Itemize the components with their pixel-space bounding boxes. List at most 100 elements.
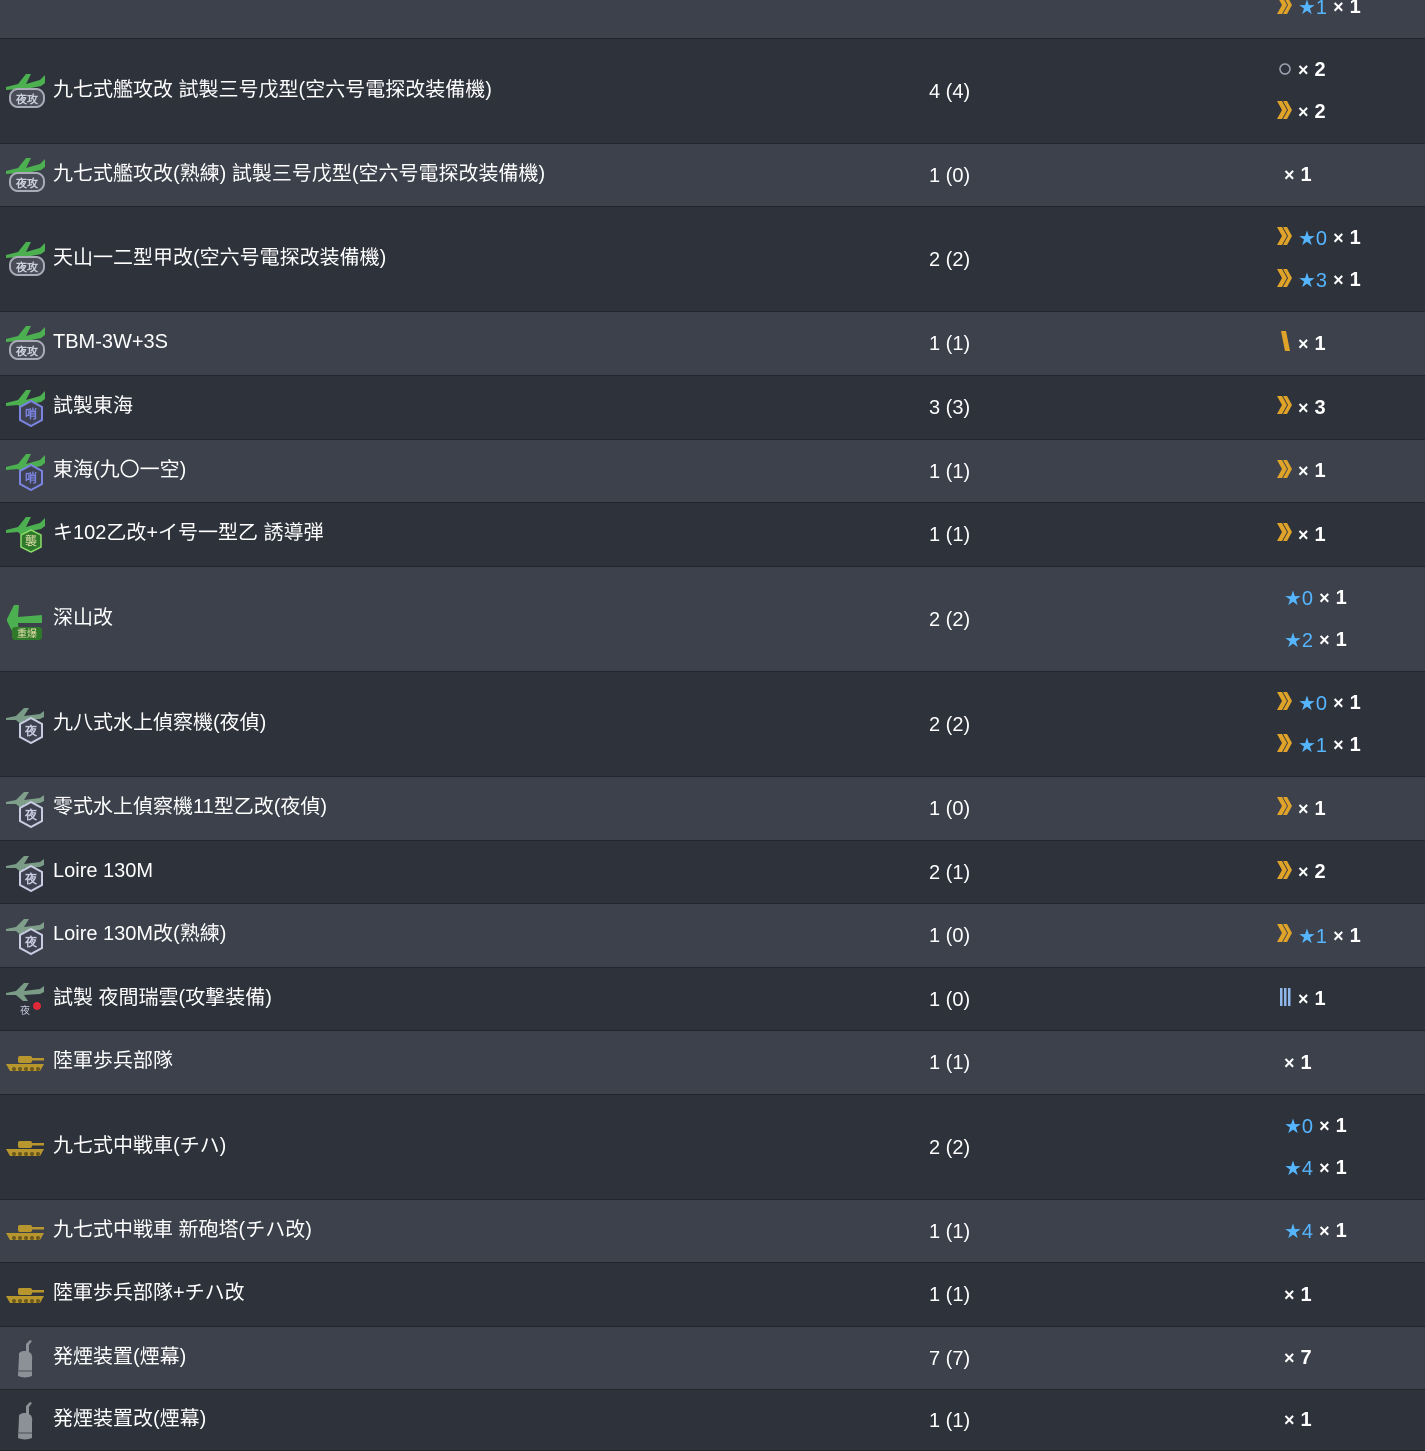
equipment-row[interactable]: 夜零式水上偵察機11型乙改(夜偵) 1 (0) × 1 xyxy=(0,777,1425,841)
proficiency-line: ★0 × 1 xyxy=(1276,226,1361,252)
equipment-name: Loire 130M改(熟練) xyxy=(53,923,227,945)
equipment-name: 天山一二型甲改(空六号電探改装備機) xyxy=(53,246,387,269)
army-plane-icon: 襲 xyxy=(4,514,46,556)
equipment-count: 2 (2) xyxy=(929,248,971,271)
multiply-sign: × xyxy=(1298,524,1309,545)
proficiency-chevron-icon xyxy=(1276,0,1294,22)
proficiency-line: × 1 xyxy=(1276,522,1326,548)
equipment-count: 1 (1) xyxy=(929,333,971,355)
quantity: 1 xyxy=(1300,1283,1312,1306)
svg-text:哨: 哨 xyxy=(25,470,37,485)
equipment-row[interactable]: 九七式中戦車 新砲塔(チハ改) 1 (1) ★4 × 1 xyxy=(0,1200,1425,1263)
proficiency-line: ★1 × 1 xyxy=(1276,923,1361,949)
multiply-sign: × xyxy=(1284,1284,1295,1305)
equipment-row[interactable]: 夜攻 TBM-3W+3S 1 (1) × 1 xyxy=(0,312,1425,376)
equipment-name: 発煙装置改(煙幕) xyxy=(53,1407,207,1430)
proficiency-chevron-icon xyxy=(1276,732,1294,760)
svg-text:夜攻: 夜攻 xyxy=(15,260,39,274)
multiply-sign: × xyxy=(1298,989,1309,1009)
proficiency-line: × 1 xyxy=(1276,987,1326,1013)
equipment-row[interactable]: 発煙装置(煙幕) 7 (7) × 7 xyxy=(0,1327,1425,1390)
multiply-sign: × xyxy=(1333,925,1344,946)
equipment-row[interactable]: 陸軍歩兵部隊+チハ改 1 (1) × 1 xyxy=(0,1263,1425,1327)
equipment-row[interactable]: 夜 Loire 130M 2 (1) × 2 xyxy=(0,841,1425,904)
quantity: 1 xyxy=(1300,164,1312,186)
night-torpedo-bomber-icon: 夜攻 xyxy=(4,239,46,281)
equipment-count: 1 (1) xyxy=(929,1409,971,1432)
svg-text:重爆: 重爆 xyxy=(17,627,37,640)
equipment-name: 零式水上偵察機11型乙改(夜偵) xyxy=(53,796,328,818)
equipment-name: 陸軍歩兵部隊+チハ改 xyxy=(53,1282,245,1304)
proficiency-empty-icon xyxy=(1276,57,1294,85)
multiply-sign: × xyxy=(1319,588,1330,608)
equipment-count: 1 (0) xyxy=(929,925,971,947)
equipment-row[interactable]: 哨 試製東海 3 (3) × 3 xyxy=(0,376,1425,440)
proficiency-line: ★3 × 1 xyxy=(1276,268,1361,294)
tank-icon xyxy=(4,1042,46,1084)
svg-text:夜攻: 夜攻 xyxy=(15,92,39,106)
equipment-name: 九七式中戦車(チハ) xyxy=(53,1134,227,1157)
proficiency-line: × 1 xyxy=(1276,459,1326,485)
equipment-row[interactable]: 夜攻 九七式艦攻改(熟練) 試製三号戊型(空六号電探改装備機) 1 (0) × 1 xyxy=(0,144,1425,207)
quantity: 2 xyxy=(1314,101,1326,123)
proficiency-chevron-icon xyxy=(1276,394,1294,422)
quantity: 1 xyxy=(1314,988,1326,1010)
svg-text:夜: 夜 xyxy=(24,807,38,822)
equipment-row[interactable]: 九七式中戦車(チハ) 2 (2) ★0 × 1 ★4 × 1 xyxy=(0,1095,1425,1200)
quantity: 1 xyxy=(1349,0,1361,18)
equipment-row[interactable]: 襲 キ102乙改+イ号一型乙 誘導弾 1 (1) × 1 xyxy=(0,503,1425,567)
quantity: 7 xyxy=(1300,1347,1312,1369)
equipment-row[interactable]: 発煙装置改(煙幕) 1 (1) × 1 xyxy=(0,1390,1425,1451)
improvement-stars: ★3 xyxy=(1298,270,1328,292)
quantity: 1 xyxy=(1349,924,1361,947)
multiply-sign: × xyxy=(1298,862,1309,882)
quantity: 2 xyxy=(1314,861,1326,883)
equipment-row[interactable]: 夜攻 天山一二型甲改(空六号電探改装備機) 2 (2) ★0 × 1 ★3 × 1 xyxy=(0,207,1425,312)
proficiency-line: × 2 xyxy=(1276,100,1326,126)
equipment-name: 九七式中戦車 新砲塔(チハ改) xyxy=(53,1218,312,1241)
quantity: 1 xyxy=(1300,1409,1312,1431)
equipment-row[interactable]: ★1 × 1 xyxy=(0,0,1425,39)
svg-text:襲: 襲 xyxy=(25,533,37,548)
equipment-row[interactable]: 夜 Loire 130M改(熟練) 1 (0) ★1 × 1 xyxy=(0,904,1425,968)
night-seaplane-icon: 夜 xyxy=(4,788,46,830)
improvement-stars: ★2 xyxy=(1284,630,1314,652)
smoke-generator-icon xyxy=(4,1338,46,1380)
equipment-name: 深山改 xyxy=(53,606,113,629)
equipment-name: Loire 130M xyxy=(53,859,154,882)
quantity: 1 xyxy=(1300,1051,1312,1074)
equipment-name: 九七式艦攻改 試製三号戊型(空六号電探改装備機) xyxy=(53,78,492,101)
equipment-count: 1 (1) xyxy=(929,1220,971,1243)
multiply-sign: × xyxy=(1319,630,1330,650)
equipment-name: 九八式水上偵察機(夜偵) xyxy=(53,711,267,734)
quantity: 1 xyxy=(1349,692,1361,714)
equipment-count: 2 (1) xyxy=(929,861,971,884)
proficiency-line: × 1 xyxy=(1276,331,1326,357)
proficiency-line: × 2 xyxy=(1276,58,1326,84)
equipment-row[interactable]: 重爆 深山改 2 (2) ★0 × 1 ★2 × 1 xyxy=(0,567,1425,672)
quantity: 1 xyxy=(1349,734,1361,756)
equipment-count: 2 (2) xyxy=(929,713,971,736)
proficiency-line: ★1 × 1 xyxy=(1276,0,1361,21)
equipment-row[interactable]: 夜九八式水上偵察機(夜偵) 2 (2) ★0 × 1 ★1 × 1 xyxy=(0,672,1425,777)
proficiency-line: ★0 × 1 xyxy=(1276,1114,1347,1140)
improvement-stars: ★0 xyxy=(1298,693,1328,715)
night-seaplane-bomber-icon: 夜 xyxy=(4,979,46,1021)
proficiency-bars-icon xyxy=(1276,986,1294,1014)
tank-icon xyxy=(4,1127,46,1169)
equipment-row[interactable]: 夜 試製 夜間瑞雲(攻撃装備) 1 (0) × 1 xyxy=(0,968,1425,1031)
equipment-row[interactable]: 陸軍歩兵部隊 1 (1) × 1 xyxy=(0,1031,1425,1095)
quantity: 1 xyxy=(1314,460,1326,482)
equipment-count: 4 (4) xyxy=(929,80,971,103)
equipment-row[interactable]: 哨 東海(九〇一空) 1 (1) × 1 xyxy=(0,440,1425,503)
night-seaplane-icon: 夜 xyxy=(4,704,46,746)
improvement-stars: ★0 xyxy=(1284,1116,1314,1138)
proficiency-line: × 7 xyxy=(1276,1346,1312,1372)
equipment-row[interactable]: 夜攻 九七式艦攻改 試製三号戊型(空六号電探改装備機) 4 (4) × 2 × 2 xyxy=(0,39,1425,144)
equipment-name: TBM-3W+3S xyxy=(53,331,169,353)
multiply-sign: × xyxy=(1319,1116,1330,1136)
multiply-sign: × xyxy=(1284,165,1295,185)
proficiency-line: × 1 xyxy=(1276,1050,1312,1076)
multiply-sign: × xyxy=(1284,1052,1295,1073)
proficiency-line: ★0 × 1 xyxy=(1276,586,1347,612)
